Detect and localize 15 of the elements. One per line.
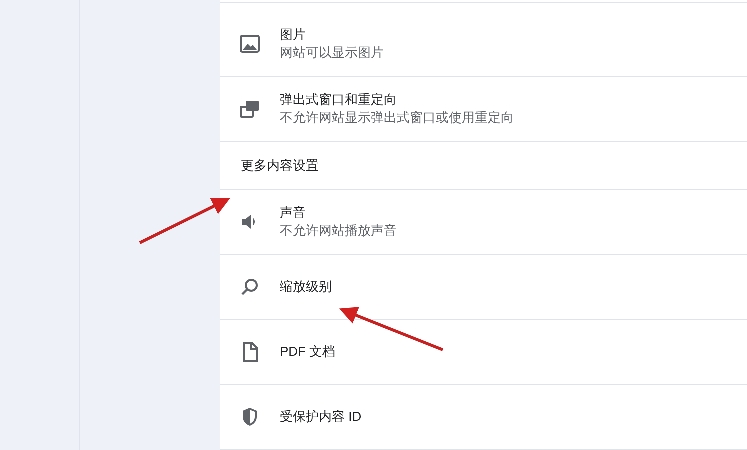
setting-title[interactable]: 缩放级别 [280,278,332,296]
document-icon [242,342,258,362]
setting-description: 网站可以显示图片 [280,44,384,62]
image-icon [240,35,260,53]
section-heading: 更多内容设置 [241,156,319,175]
setting-title[interactable]: 声音 [280,204,397,222]
shield-icon [242,407,258,427]
setting-title[interactable]: 弹出式窗口和重定向 [280,91,514,109]
setting-title[interactable]: PDF 文档 [280,343,336,361]
search-icon [241,278,259,296]
setting-description: 不允许网站播放声音 [280,222,397,240]
setting-title[interactable]: 图片 [280,26,384,44]
setting-title[interactable]: 受保护内容 ID [280,408,362,426]
setting-description: 不允许网站显示弹出式窗口或使用重定向 [280,109,514,127]
windows-icon [240,100,260,118]
